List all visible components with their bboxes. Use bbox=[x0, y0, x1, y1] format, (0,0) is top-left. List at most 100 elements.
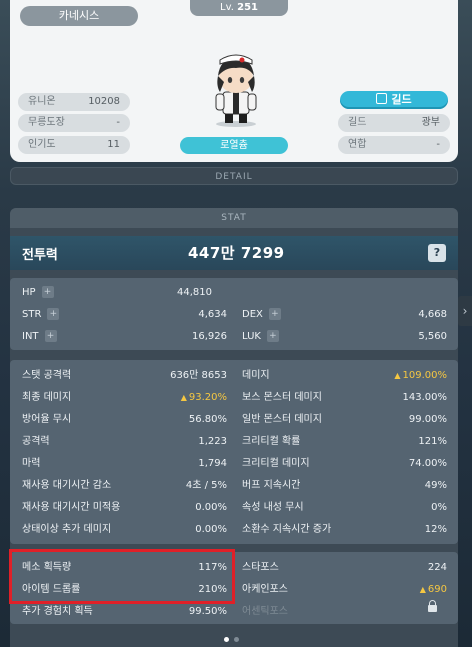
character-profile-card: 카네시스 Lv. 251 유니온 10208 무릉도장 - 인기도 11 로열츔… bbox=[10, 0, 458, 162]
up-arrow-icon: ▲ bbox=[419, 585, 426, 594]
dex-row: DEX + 4,668 bbox=[242, 308, 447, 322]
stat-attack-row: 스탯 공격력 636만 8653 bbox=[22, 369, 227, 383]
page-dot-2[interactable] bbox=[234, 637, 239, 642]
stat-value: 49% bbox=[424, 480, 447, 491]
stat-value: 0% bbox=[431, 502, 447, 513]
arcane-force-value: 690 bbox=[427, 584, 447, 595]
up-arrow-icon: ▲ bbox=[394, 371, 401, 380]
popularity-value: 11 bbox=[107, 139, 120, 150]
page-dot-1[interactable] bbox=[224, 637, 229, 642]
ignore-defense-row: 방어율 무시 56.80% bbox=[22, 413, 227, 427]
luk-plus-icon[interactable]: + bbox=[266, 330, 279, 342]
guild-button[interactable]: 길드 bbox=[340, 91, 448, 109]
arcane-force-row: 아케인포스 ▲ 690 bbox=[242, 583, 447, 597]
help-button[interactable]: ? bbox=[428, 244, 446, 262]
popularity-label: 인기도 bbox=[28, 139, 56, 150]
dex-plus-icon[interactable]: + bbox=[268, 308, 281, 320]
stat-label: 크리티컬 확률 bbox=[242, 436, 301, 447]
detail-stats-box: 스탯 공격력 636만 8653 최종 데미지 ▲ 93.20% 방어율 무시 5… bbox=[10, 360, 458, 544]
stat-value: 636만 8653 bbox=[170, 370, 227, 381]
boss-damage-row: 보스 몬스터 데미지 143.00% bbox=[242, 391, 447, 405]
int-plus-icon[interactable]: + bbox=[44, 330, 57, 342]
stat-label: 소환수 지속시간 증가 bbox=[242, 524, 332, 535]
stat-label: 어센틱포스 bbox=[242, 606, 288, 617]
alliance-value: - bbox=[436, 139, 440, 150]
combat-power-box: 전투력 447만 7299 ? bbox=[10, 236, 458, 270]
stat-label: 재사용 대기시간 감소 bbox=[22, 480, 112, 491]
dojang-label: 무릉도장 bbox=[28, 117, 65, 128]
highlight-box bbox=[9, 549, 235, 604]
level-badge: Lv. 251 bbox=[190, 0, 288, 16]
str-label: STR bbox=[22, 309, 42, 320]
stat-label: 아케인포스 bbox=[242, 584, 288, 595]
stat-value: ▲ 93.20% bbox=[181, 391, 227, 405]
elemental-ignore-row: 속성 내성 무시 0% bbox=[242, 501, 447, 515]
stat-label: 방어율 무시 bbox=[22, 414, 72, 425]
normal-damage-row: 일반 몬스터 데미지 99.00% bbox=[242, 413, 447, 427]
next-page-arrow-icon[interactable]: › bbox=[458, 296, 472, 326]
stat-label: 버프 지속시간 bbox=[242, 480, 301, 491]
stat-label: 데미지 bbox=[242, 370, 270, 381]
stat-label: 최종 데미지 bbox=[22, 392, 72, 403]
guild-name-stat: 길드 광부 bbox=[338, 114, 450, 132]
cooldown-exempt-row: 재사용 대기시간 미적용 0.00% bbox=[22, 501, 227, 515]
magic-row: 마력 1,794 bbox=[22, 457, 227, 471]
stat-value: 99.50% bbox=[188, 606, 227, 617]
stat-value: 1,794 bbox=[198, 458, 227, 469]
attack-row: 공격력 1,223 bbox=[22, 435, 227, 449]
stat-label: 재사용 대기시간 미적용 bbox=[22, 502, 121, 513]
guild-button-label: 길드 bbox=[391, 93, 412, 106]
alliance-stat: 연합 - bbox=[338, 136, 450, 154]
final-damage-row: 최종 데미지 ▲ 93.20% bbox=[22, 391, 227, 405]
character-avatar bbox=[215, 54, 257, 127]
stat-value: 4초 / 5% bbox=[185, 480, 227, 491]
stat-value: 224 bbox=[427, 562, 447, 573]
stat-value: 0.00% bbox=[195, 502, 227, 513]
stat-label: 일반 몬스터 데미지 bbox=[242, 414, 322, 425]
world-name-badge: 카네시스 bbox=[20, 6, 138, 26]
bonus-exp-row: 추가 경험치 획득 99.50% bbox=[22, 605, 227, 619]
hp-row: HP + 44,810 bbox=[22, 286, 212, 300]
crit-damage-row: 크리티컬 데미지 74.00% bbox=[242, 457, 447, 471]
stat-value: 1,223 bbox=[198, 436, 227, 447]
dex-label: DEX bbox=[242, 309, 263, 320]
stat-value: 12% bbox=[424, 524, 447, 535]
damage-value: 109.00% bbox=[402, 370, 448, 381]
stat-label: 스타포스 bbox=[242, 562, 279, 573]
stat-value: ▲ 690 bbox=[420, 583, 447, 597]
detail-toggle-bar[interactable]: DETAIL bbox=[10, 167, 458, 185]
stat-value: ▲ 109.00% bbox=[394, 369, 447, 383]
luk-label: LUK bbox=[242, 331, 261, 342]
int-row: INT + 16,926 bbox=[22, 330, 227, 344]
guild-value: 광부 bbox=[421, 117, 440, 128]
guild-icon bbox=[376, 93, 388, 104]
stat-value: 56.80% bbox=[188, 414, 227, 425]
stat-label: 보스 몬스터 데미지 bbox=[242, 392, 322, 403]
damage-row: 데미지 ▲ 109.00% bbox=[242, 369, 447, 383]
stat-label: 공격력 bbox=[22, 436, 50, 447]
combat-power-value: 447만 7299 bbox=[188, 244, 285, 262]
dojang-stat: 무릉도장 - bbox=[18, 114, 130, 132]
authentic-force-row: 어센틱포스 bbox=[242, 600, 447, 619]
buff-duration-row: 버프 지속시간 49% bbox=[242, 479, 447, 493]
popularity-stat: 인기도 11 bbox=[18, 136, 130, 154]
hp-plus-icon[interactable]: + bbox=[41, 286, 54, 298]
stat-value: 99.00% bbox=[408, 414, 447, 425]
cooldown-reduction-row: 재사용 대기시간 감소 4초 / 5% bbox=[22, 479, 227, 493]
dojang-value: - bbox=[116, 117, 120, 128]
level-value: 251 bbox=[237, 2, 258, 13]
union-label: 유니온 bbox=[28, 96, 56, 107]
stat-label: 상태이상 추가 데미지 bbox=[22, 524, 112, 535]
dex-value: 4,668 bbox=[418, 309, 447, 320]
starforce-row: 스타포스 224 bbox=[242, 561, 447, 575]
stat-value: 0.00% bbox=[195, 524, 227, 535]
stat-label: 마력 bbox=[22, 458, 41, 469]
luk-value: 5,560 bbox=[418, 331, 447, 342]
stat-value: 121% bbox=[418, 436, 447, 447]
str-row: STR + 4,634 bbox=[22, 308, 227, 322]
stat-header: STAT bbox=[10, 208, 458, 228]
int-label: INT bbox=[22, 331, 39, 342]
combat-power-label: 전투력 bbox=[22, 248, 58, 263]
alliance-label: 연합 bbox=[348, 139, 367, 150]
str-plus-icon[interactable]: + bbox=[47, 308, 60, 320]
